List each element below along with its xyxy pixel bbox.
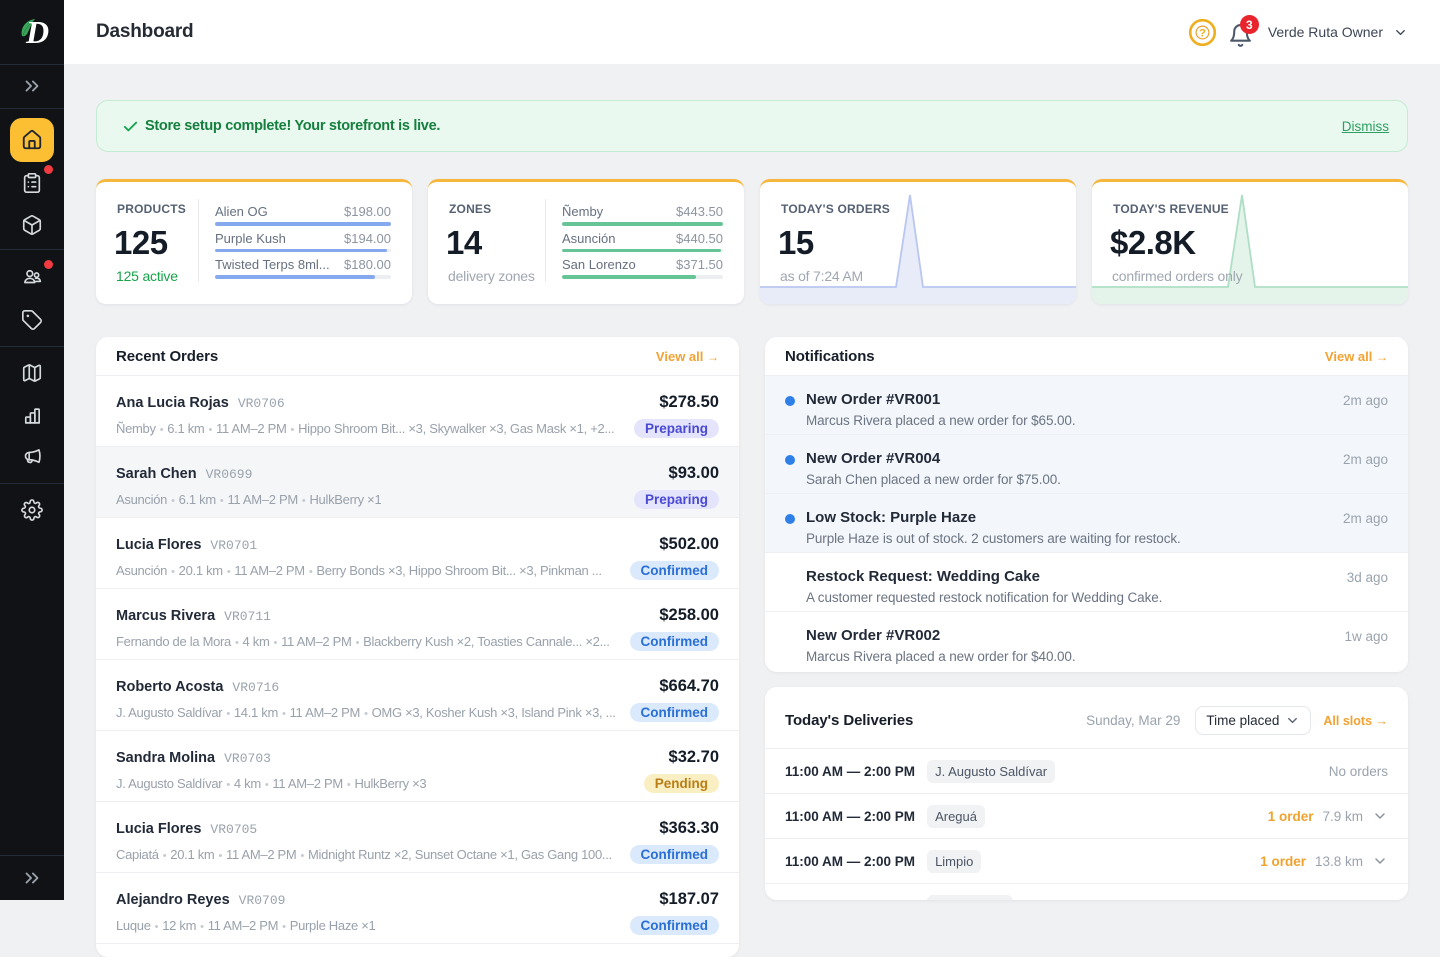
svg-text:?: ? (1199, 27, 1206, 39)
svg-text:D: D (25, 14, 49, 50)
